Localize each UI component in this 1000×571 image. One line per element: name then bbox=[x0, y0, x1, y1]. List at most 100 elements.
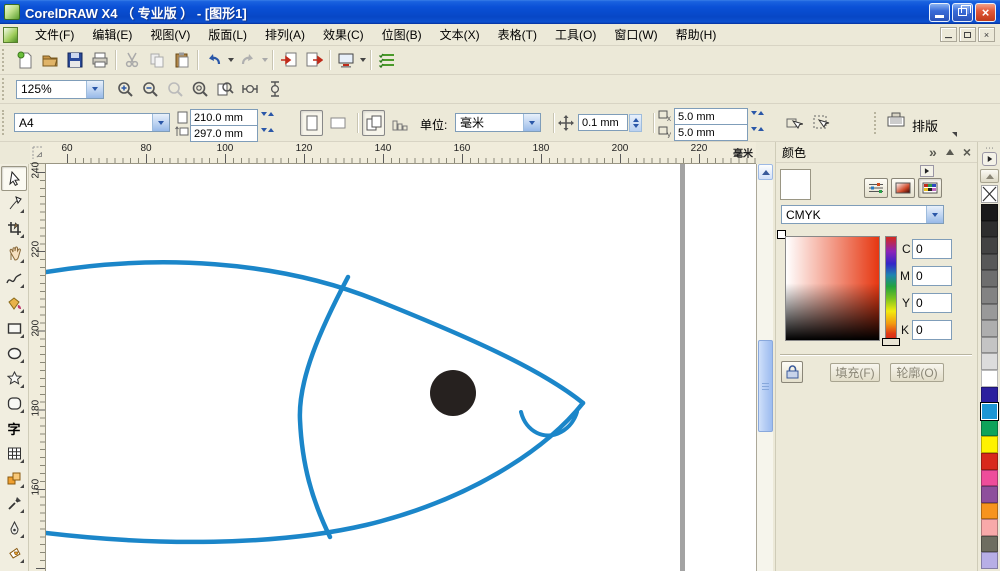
palette-swatch[interactable] bbox=[981, 536, 998, 553]
duplicate-x-spinner[interactable] bbox=[749, 111, 766, 115]
print-button[interactable] bbox=[87, 48, 112, 72]
vertical-ruler[interactable]: 240 220 200 180 160 bbox=[29, 164, 46, 571]
nudge-spinner[interactable] bbox=[629, 114, 642, 132]
fish-eye[interactable] bbox=[430, 370, 476, 416]
facing-pages-button[interactable] bbox=[388, 110, 411, 136]
zoom-to-page-button[interactable] bbox=[212, 77, 237, 101]
outline-pen-tool[interactable] bbox=[1, 516, 27, 541]
text-tool[interactable]: 字 bbox=[1, 416, 27, 441]
fish-body-bottom-curve[interactable] bbox=[46, 403, 583, 542]
application-launcher-button[interactable] bbox=[333, 48, 358, 72]
palette-swatch[interactable] bbox=[981, 436, 998, 453]
zoom-selected-button[interactable] bbox=[162, 77, 187, 101]
fish-gill-curve[interactable] bbox=[300, 277, 348, 537]
lock-button[interactable] bbox=[781, 361, 803, 383]
launcher-dropdown[interactable] bbox=[358, 48, 367, 72]
fish-mouth-curve[interactable] bbox=[521, 412, 577, 435]
docker-close-icon[interactable]: × bbox=[963, 144, 971, 160]
menu-tools[interactable]: 工具(O) bbox=[546, 23, 605, 46]
paper-width-spinner[interactable] bbox=[259, 112, 276, 116]
zoom-level-combobox[interactable]: 125% bbox=[16, 80, 104, 99]
toolbar-overflow-icon[interactable] bbox=[952, 132, 957, 137]
palette-swatch[interactable] bbox=[981, 370, 998, 387]
palette-swatch[interactable] bbox=[981, 221, 998, 238]
landscape-button[interactable] bbox=[326, 110, 349, 136]
copy-button[interactable] bbox=[144, 48, 169, 72]
menu-text[interactable]: 文本(X) bbox=[431, 23, 489, 46]
paste-button[interactable] bbox=[169, 48, 194, 72]
horizontal-ruler[interactable]: 60 80 100 120 140 160 180 200 220 毫米 bbox=[46, 142, 756, 164]
menu-table[interactable]: 表格(T) bbox=[489, 23, 546, 46]
minimize-button[interactable] bbox=[929, 3, 950, 22]
shape-tool[interactable] bbox=[1, 191, 27, 216]
zoom-all-objects-button[interactable] bbox=[187, 77, 212, 101]
duplicate-y-field[interactable]: 5.0 mm bbox=[674, 124, 748, 141]
hue-strip[interactable] bbox=[885, 236, 897, 341]
menu-effects[interactable]: 效果(C) bbox=[314, 23, 373, 46]
basic-shapes-tool[interactable] bbox=[1, 391, 27, 416]
fill-button[interactable]: 填充(F) bbox=[830, 363, 880, 382]
all-pages-button[interactable] bbox=[362, 110, 385, 136]
eyedropper-tool[interactable] bbox=[1, 491, 27, 516]
pick-tool[interactable] bbox=[1, 166, 27, 191]
palette-swatch-selected[interactable] bbox=[981, 403, 998, 420]
menu-view[interactable]: 视图(V) bbox=[141, 23, 199, 46]
undo-button[interactable] bbox=[201, 48, 226, 72]
channel-y-input[interactable] bbox=[912, 293, 952, 313]
palette-swatch[interactable] bbox=[981, 470, 998, 487]
palette-swatch[interactable] bbox=[981, 519, 998, 536]
docker-title-bar[interactable]: 颜色 » × bbox=[776, 142, 977, 163]
outline-button[interactable]: 轮廓(O) bbox=[890, 363, 944, 382]
paper-height-field[interactable]: 297.0 mm bbox=[190, 125, 258, 142]
channel-k-input[interactable] bbox=[912, 320, 952, 340]
duplicate-x-field[interactable]: 5.0 mm bbox=[674, 108, 748, 125]
redo-button[interactable] bbox=[235, 48, 260, 72]
scrollbar-thumb[interactable] bbox=[758, 340, 773, 432]
paper-preset-combobox[interactable]: A4 bbox=[14, 113, 170, 132]
scroll-up-button[interactable] bbox=[758, 164, 773, 180]
crop-tool[interactable] bbox=[1, 216, 27, 241]
palette-swatch[interactable] bbox=[981, 287, 998, 304]
smart-fill-tool[interactable] bbox=[1, 291, 27, 316]
paper-height-spinner[interactable] bbox=[259, 128, 276, 132]
zoom-in-button[interactable] bbox=[112, 77, 137, 101]
redo-dropdown[interactable] bbox=[260, 48, 269, 72]
export-button[interactable] bbox=[301, 48, 326, 72]
docker-collapse-icon[interactable] bbox=[946, 149, 954, 155]
palette-swatch[interactable] bbox=[981, 353, 998, 370]
palette-scroll-up-button[interactable] bbox=[980, 169, 999, 183]
zoom-to-width-button[interactable] bbox=[237, 77, 262, 101]
close-button[interactable]: × bbox=[975, 3, 996, 22]
zoom-out-button[interactable] bbox=[137, 77, 162, 101]
zoom-pan-tool[interactable] bbox=[1, 241, 27, 266]
fill-tool[interactable] bbox=[1, 541, 27, 566]
palette-swatch[interactable] bbox=[981, 304, 998, 321]
channel-m-input[interactable] bbox=[912, 266, 952, 286]
menu-window[interactable]: 窗口(W) bbox=[605, 23, 666, 46]
vertical-scrollbar[interactable] bbox=[756, 164, 773, 571]
doc-minimize-button[interactable] bbox=[940, 27, 957, 42]
channel-c-input[interactable] bbox=[912, 239, 952, 259]
title-bar[interactable]: CorelDRAW X4 （ 专业版 ） - [图形1] × bbox=[0, 0, 1000, 24]
palette-swatch[interactable] bbox=[981, 486, 998, 503]
menu-edit[interactable]: 编辑(E) bbox=[83, 23, 141, 46]
palette-swatch[interactable] bbox=[981, 503, 998, 520]
toolbar-grip[interactable] bbox=[2, 110, 10, 136]
no-color-swatch[interactable] bbox=[981, 185, 998, 203]
saturation-value-field[interactable] bbox=[785, 236, 880, 341]
freehand-tool[interactable] bbox=[1, 266, 27, 291]
undo-dropdown[interactable] bbox=[226, 48, 235, 72]
palette-swatch[interactable] bbox=[981, 204, 998, 221]
combo-arrow-button[interactable] bbox=[926, 206, 943, 223]
portrait-button[interactable] bbox=[300, 110, 323, 136]
menu-file[interactable]: 文件(F) bbox=[26, 23, 83, 46]
palette-swatch[interactable] bbox=[981, 337, 998, 354]
graphics-suite-button[interactable] bbox=[374, 48, 399, 72]
palette-swatch[interactable] bbox=[981, 320, 998, 337]
doc-close-button[interactable]: × bbox=[978, 27, 995, 42]
palette-swatch[interactable] bbox=[981, 552, 998, 569]
palette-flyout-button[interactable] bbox=[982, 152, 997, 166]
color-sliders-tab[interactable] bbox=[864, 178, 888, 198]
drawing-canvas[interactable] bbox=[46, 164, 756, 571]
toolbar-grip[interactable] bbox=[2, 78, 10, 100]
